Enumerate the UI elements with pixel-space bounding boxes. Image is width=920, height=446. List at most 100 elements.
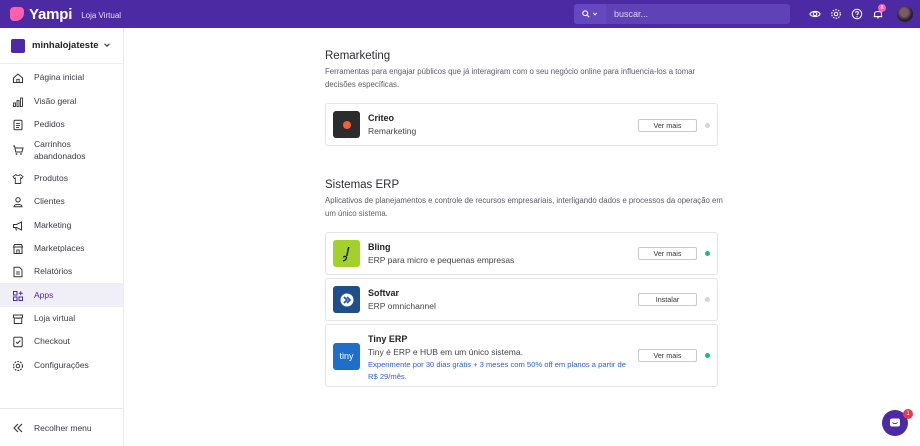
- sidebar-item-marketing[interactable]: Marketing: [0, 219, 124, 232]
- notifications-button[interactable]: 8: [867, 0, 888, 28]
- sidebar-item-label: Produtos: [34, 173, 69, 183]
- header-actions: 8: [804, 0, 920, 28]
- sidebar-item-customers[interactable]: Clientes: [0, 195, 124, 208]
- status-dot: [705, 297, 710, 302]
- app-category: ERP omnichannel: [368, 301, 436, 311]
- status-dot: [705, 123, 710, 128]
- chevron-down-icon: [103, 41, 123, 51]
- app-name: Tiny ERP: [368, 334, 408, 344]
- view-more-button[interactable]: Ver mais: [638, 119, 697, 132]
- collapse-menu-label: Recolher menu: [34, 422, 92, 433]
- store-selector[interactable]: minhalojateste: [0, 28, 123, 64]
- view-more-button[interactable]: Ver mais: [638, 349, 697, 362]
- collapse-menu-button[interactable]: Recolher menu: [0, 408, 124, 446]
- section-description: Aplicativos de planejamentos e controle …: [325, 196, 723, 218]
- store-logo-icon: [11, 38, 25, 53]
- sidebar-item-label: Clientes: [34, 196, 65, 206]
- sidebar-item-apps[interactable]: Apps: [0, 283, 124, 307]
- gear-icon: [12, 360, 24, 372]
- checkout-icon: [12, 336, 24, 348]
- app-card-bling[interactable]: Bling ERP para micro e pequenas empresas…: [325, 232, 718, 275]
- sidebar-item-settings[interactable]: Configurações: [0, 359, 124, 372]
- store-name: minhalojateste: [32, 40, 99, 51]
- help-button[interactable]: [846, 0, 867, 28]
- section-title: Remarketing: [325, 50, 391, 62]
- sidebar-item-reports[interactable]: Relatórios: [0, 265, 124, 278]
- status-dot: [705, 251, 710, 256]
- search-filter-button[interactable]: [574, 4, 606, 24]
- document-icon: [12, 119, 24, 131]
- sidebar-item-label: Configurações: [34, 360, 89, 370]
- view-more-button[interactable]: Ver mais: [638, 247, 697, 260]
- home-icon: [12, 72, 24, 84]
- app-name: Softvar: [368, 288, 400, 298]
- preview-store-button[interactable]: [804, 0, 825, 28]
- sidebar-item-label: Página inicial: [34, 72, 85, 82]
- sidebar-item-marketplaces[interactable]: Marketplaces: [0, 242, 124, 255]
- eye-icon: [808, 10, 821, 18]
- sidebar-item-label: Carrinhos abandonados: [34, 139, 86, 161]
- app-name: Criteo: [368, 113, 395, 123]
- bling-logo: [333, 240, 360, 267]
- sidebar-item-label: Apps: [34, 290, 54, 300]
- chat-icon: [890, 418, 900, 427]
- gear-icon: [830, 9, 841, 19]
- sidebar-item-abandoned-carts[interactable]: Carrinhos abandonados: [0, 138, 124, 162]
- sidebar-item-label: Marketplaces: [34, 243, 85, 253]
- section-description: Ferramentas para engajar públicos que já…: [325, 67, 696, 89]
- user-icon: [12, 196, 24, 208]
- double-chevron-left-icon: [12, 422, 24, 434]
- main-content: Remarketing Ferramentas para engajar púb…: [124, 28, 920, 446]
- softvar-logo: [333, 286, 360, 313]
- app-category: ERP para micro e pequenas empresas: [368, 255, 515, 265]
- sidebar-item-label: Loja virtual: [34, 313, 76, 323]
- brand-name: Yampi: [29, 5, 73, 23]
- chevron-down-icon: [592, 12, 598, 16]
- app-card-softvar[interactable]: Softvar ERP omnichannel Instalar: [325, 278, 718, 321]
- app-category: Remarketing: [368, 126, 417, 136]
- brand[interactable]: Yampi Loja Virtual: [10, 6, 121, 23]
- app-card-criteo[interactable]: Criteo Remarketing Ver mais: [325, 103, 718, 146]
- notification-badge: 8: [878, 4, 886, 12]
- brand-subtitle: Loja Virtual: [81, 10, 122, 20]
- sidebar-item-products[interactable]: Produtos: [0, 172, 124, 185]
- yampi-logo-icon: [10, 7, 24, 21]
- install-button[interactable]: Instalar: [638, 293, 697, 306]
- sidebar-item-online-store[interactable]: Loja virtual: [0, 312, 124, 325]
- sidebar: minhalojateste Página inicial Visão gera…: [0, 28, 124, 446]
- megaphone-icon: [12, 220, 24, 232]
- cart-icon: [12, 144, 24, 156]
- sidebar-item-label: Visão geral: [34, 96, 77, 106]
- apps-icon: [12, 290, 24, 302]
- search-bar: [574, 4, 790, 24]
- criteo-logo: [333, 111, 360, 138]
- sidebar-item-label: Marketing: [34, 220, 72, 230]
- shirt-icon: [12, 173, 24, 185]
- sidebar-item-orders[interactable]: Pedidos: [0, 118, 124, 131]
- sidebar-item-label: Checkout: [34, 336, 70, 346]
- app-card-tiny[interactable]: tiny Tiny ERP Tiny é ERP e HUB em um úni…: [325, 324, 718, 387]
- report-icon: [12, 266, 24, 278]
- sidebar-item-label: Pedidos: [34, 119, 65, 129]
- chat-badge: 1: [903, 409, 913, 419]
- tiny-logo: tiny: [333, 343, 360, 370]
- top-bar: Yampi Loja Virtual 8: [0, 0, 920, 28]
- tiny-logo-text: tiny: [339, 351, 354, 361]
- sidebar-item-overview[interactable]: Visão geral: [0, 95, 124, 108]
- shop-icon: [12, 313, 24, 325]
- sidebar-item-label: Relatórios: [34, 266, 73, 276]
- promo-text[interactable]: Experimente por 30 dias grátis + 3 meses…: [368, 359, 633, 382]
- search-icon: [582, 10, 590, 18]
- store-icon: [12, 243, 24, 255]
- sidebar-item-checkout[interactable]: Checkout: [0, 335, 124, 348]
- search-input[interactable]: [606, 4, 790, 24]
- settings-button[interactable]: [825, 0, 846, 28]
- status-dot: [705, 353, 710, 358]
- chart-icon: [12, 96, 24, 108]
- sidebar-item-home[interactable]: Página inicial: [0, 71, 124, 84]
- section-title: Sistemas ERP: [325, 179, 400, 191]
- help-icon: [851, 8, 862, 20]
- app-category: Tiny é ERP e HUB em um único sistema.: [368, 347, 523, 357]
- app-name: Bling: [368, 242, 391, 252]
- avatar[interactable]: [897, 6, 913, 22]
